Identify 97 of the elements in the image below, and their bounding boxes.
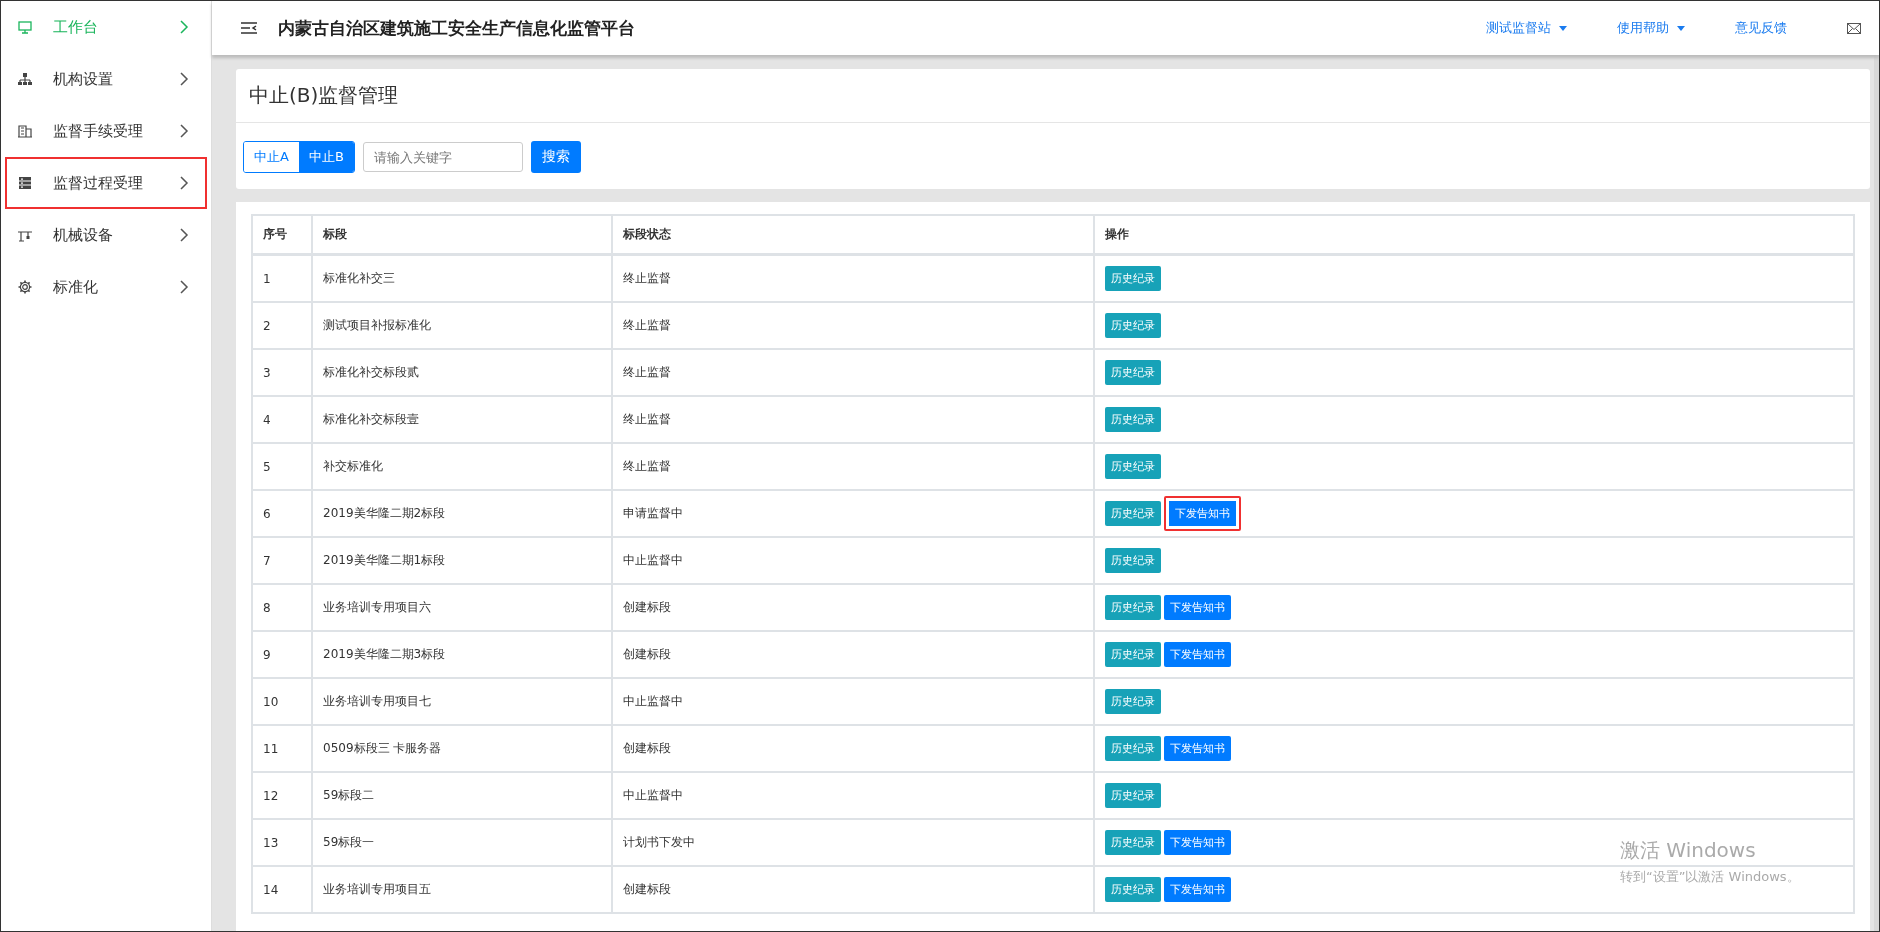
history-button[interactable]: 历史纪录 [1105,501,1161,526]
activation-message: 转到“设置”以激活 Windows。 [1620,868,1800,886]
table-cell: 标准化补交三 [312,254,612,302]
table-cell: 14 [252,866,312,913]
table-cell: 11 [252,725,312,772]
filter-toggle[interactable]: 中止B [298,142,354,172]
table-cell: 9 [252,631,312,678]
history-button[interactable]: 历史纪录 [1105,548,1161,573]
mail-icon[interactable] [1847,22,1861,34]
table-cell: 创建标段 [612,584,1094,631]
history-button[interactable]: 历史纪录 [1105,783,1161,808]
sidebar-item[interactable]: 机构设置 [5,53,207,105]
sidebar-item[interactable]: 工作台 [5,1,207,53]
table-cell: 终止监督 [612,443,1094,490]
table-cell: 2 [252,302,312,349]
chevron-icon [179,228,189,242]
table-cell: 业务培训专用项目七 [312,678,612,725]
column-header: 序号 [252,215,312,255]
history-button[interactable]: 历史纪录 [1105,313,1161,338]
chevron-icon [179,280,189,294]
table-cell: 创建标段 [612,725,1094,772]
issue-notice-button[interactable]: 下发告知书 [1164,830,1231,855]
issue-notice-button[interactable]: 下发告知书 [1164,642,1231,667]
table-cell: 补交标准化 [312,443,612,490]
dropdown-menu[interactable]: 测试监督站 [1486,19,1567,37]
page-title: 中止(B)监督管理 [249,82,399,109]
column-header: 操作 [1094,215,1854,255]
caret-icon [1559,25,1567,31]
history-button[interactable]: 历史纪录 [1105,360,1161,385]
table-cell: 3 [252,349,312,396]
history-button[interactable]: 历史纪录 [1105,877,1161,902]
issue-notice-button[interactable]: 下发告知书 [1164,595,1231,620]
table-cell: 59标段一 [312,819,612,866]
table-cell: 标准化补交标段贰 [312,349,612,396]
table-cell: 中止监督中 [612,678,1094,725]
table-cell: 创建标段 [612,866,1094,913]
table-cell: 业务培训专用项目六 [312,584,612,631]
table-cell: 4 [252,396,312,443]
table-cell: 中止监督中 [612,772,1094,819]
table-cell: 8 [252,584,312,631]
table-cell: 测试项目补报标准化 [312,302,612,349]
table-cell: 2019美华隆二期2标段 [312,490,612,537]
table-cell: 2019美华隆二期1标段 [312,537,612,584]
history-button[interactable]: 历史纪录 [1105,595,1161,620]
table-cell: 申请监督中 [612,490,1094,537]
chevron-icon [179,176,189,190]
table-cell: 2019美华隆二期3标段 [312,631,612,678]
history-button[interactable]: 历史纪录 [1105,642,1161,667]
table-cell: 13 [252,819,312,866]
chevron-icon [179,20,189,34]
table-cell: 中止监督中 [612,537,1094,584]
table-cell: 创建标段 [612,631,1094,678]
menu-toggle-icon[interactable] [240,21,258,35]
activation-title: 激活 Windows [1620,837,1757,864]
platform-title: 内蒙古自治区建筑施工安全生产信息化监管平台 [278,16,635,40]
table-cell: 6 [252,490,312,537]
history-button[interactable]: 历史纪录 [1105,689,1161,714]
dropdown-menu[interactable]: 使用帮助 [1617,19,1685,37]
table-cell: 计划书下发中 [612,819,1094,866]
building-icon [17,123,33,139]
table-cell: 12 [252,772,312,819]
table-cell: 业务培训专用项目五 [312,866,612,913]
table-cell: 终止监督 [612,302,1094,349]
table-cell: 5 [252,443,312,490]
column-header: 标段 [312,215,612,255]
column-header: 标段状态 [612,215,1094,255]
table-cell: 终止监督 [612,396,1094,443]
history-button[interactable]: 历史纪录 [1105,736,1161,761]
table-cell: 1 [252,254,312,302]
chevron-icon [179,72,189,86]
sidebar-item[interactable]: 监督手续受理 [5,105,207,157]
history-button[interactable]: 历史纪录 [1105,407,1161,432]
chevron-icon [179,124,189,138]
sidebar-item[interactable]: 机械设备 [5,209,207,261]
sidebar-item[interactable]: 标准化 [5,261,207,313]
issue-notice-button[interactable]: 下发告知书 [1164,877,1231,902]
issue-notice-button[interactable]: 下发告知书 [1164,736,1231,761]
issue-notice-button[interactable]: 下发告知书 [1164,496,1241,531]
table-cell: 59标段二 [312,772,612,819]
table-cell: 0509标段三 卡服务器 [312,725,612,772]
table-cell: 7 [252,537,312,584]
caret-icon [1677,25,1685,31]
history-button[interactable]: 历史纪录 [1105,266,1161,291]
gear-icon [17,279,33,295]
history-button[interactable]: 历史纪录 [1105,830,1161,855]
table-cell: 标准化补交标段壹 [312,396,612,443]
hierarchy-icon [17,71,33,87]
table-cell: 终止监督 [612,349,1094,396]
table-cell: 终止监督 [612,254,1094,302]
search-button[interactable]: 搜索 [530,141,581,173]
history-button[interactable]: 历史纪录 [1105,454,1161,479]
table-cell: 10 [252,678,312,725]
sidebar-item[interactable]: 监督过程受理 [5,157,207,209]
feedback-link[interactable]: 意见反馈 [1735,19,1787,37]
server-icon [17,175,33,191]
search-field[interactable]: 请输入关键字 [362,142,523,172]
monitor-icon [17,19,33,35]
